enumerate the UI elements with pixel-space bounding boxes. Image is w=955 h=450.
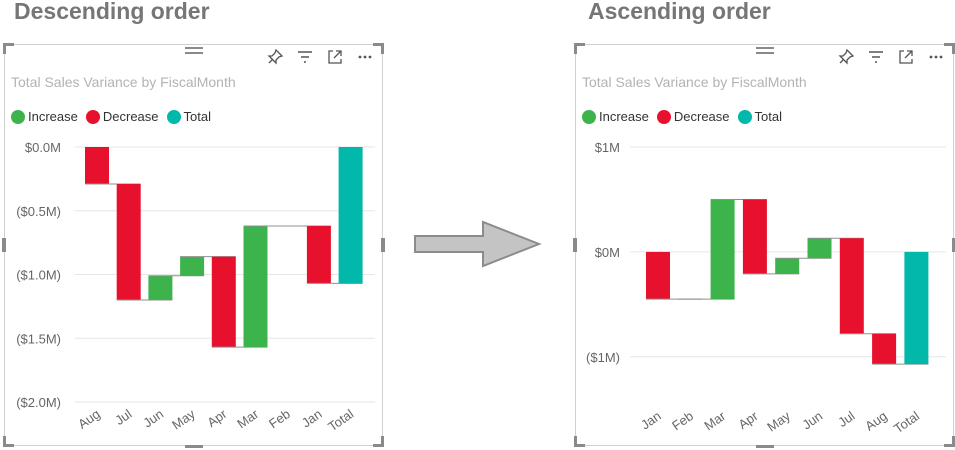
y-tick-label: ($2.0M) (16, 395, 61, 410)
waterfall-bar-apr (211, 256, 236, 348)
right-arrow-icon (414, 220, 542, 268)
visual-ascending[interactable]: Total Sales Variance by FiscalMonth Incr… (573, 43, 955, 448)
x-tick-label: Feb (669, 408, 696, 433)
waterfall-bar-jan (306, 226, 331, 284)
waterfall-bar-jul (839, 238, 864, 334)
x-tick-label: Mar (234, 406, 261, 432)
x-tick-label: Mar (701, 408, 728, 434)
waterfall-bar-may (180, 256, 205, 276)
x-tick-label: Apr (204, 406, 230, 430)
x-tick-label: Total (325, 406, 356, 434)
resize-handle-bottom[interactable] (756, 445, 774, 448)
x-tick-label: Jan (299, 406, 325, 430)
x-tick-label: Total (891, 408, 922, 436)
waterfall-bar-aug (872, 333, 897, 365)
waterfall-chart-ascending: $1M $0M ($1M) Jan Feb Mar Apr May Jun Jul Aug Total (586, 140, 946, 436)
waterfall-bar-aug (85, 147, 109, 184)
waterfall-chart-descending: $0.0M ($0.5M) ($1.0M) ($1.5M) ($2.0M) Aug Jul J… (16, 140, 375, 434)
waterfall-bar-jun (148, 275, 173, 300)
x-tick-label: Feb (266, 406, 293, 431)
resize-handle-bottom[interactable] (185, 445, 203, 448)
waterfall-bar-jul (116, 183, 141, 300)
x-tick-label: May (764, 408, 793, 435)
ascending-order-heading: Ascending order (588, 0, 771, 24)
waterfall-bar-jan (646, 251, 670, 300)
x-tick-label: Jan (638, 408, 664, 432)
y-tick-label: $1M (595, 140, 620, 155)
x-tick-label: Jul (112, 406, 134, 428)
waterfall-bar-mar (710, 199, 735, 300)
x-tick-label: Apr (735, 408, 761, 432)
x-tick-label: May (169, 406, 198, 433)
waterfall-bar-total (338, 147, 363, 284)
waterfall-bar-jun (807, 238, 832, 259)
y-tick-label: ($1.5M) (16, 331, 61, 346)
descending-order-heading: Descending order (14, 0, 210, 24)
waterfall-bar-apr (742, 199, 767, 274)
y-tick-label: ($1M) (586, 350, 620, 365)
waterfall-bar-total (904, 251, 929, 365)
y-tick-label: $0M (595, 245, 620, 260)
x-tick-label: Jun (799, 408, 825, 432)
x-tick-label: Jun (140, 406, 166, 430)
x-tick-label: Jul (835, 408, 857, 430)
x-tick-label: Aug (75, 406, 103, 432)
y-tick-label: $0.0M (25, 140, 61, 155)
waterfall-bar-mar (243, 226, 268, 348)
y-tick-label: ($1.0M) (16, 268, 61, 283)
waterfall-bar-may (775, 258, 800, 274)
y-tick-label: ($0.5M) (16, 204, 61, 219)
x-tick-label: Aug (862, 408, 890, 434)
visual-descending[interactable]: Total Sales Variance by FiscalMonth Incr… (2, 43, 385, 448)
